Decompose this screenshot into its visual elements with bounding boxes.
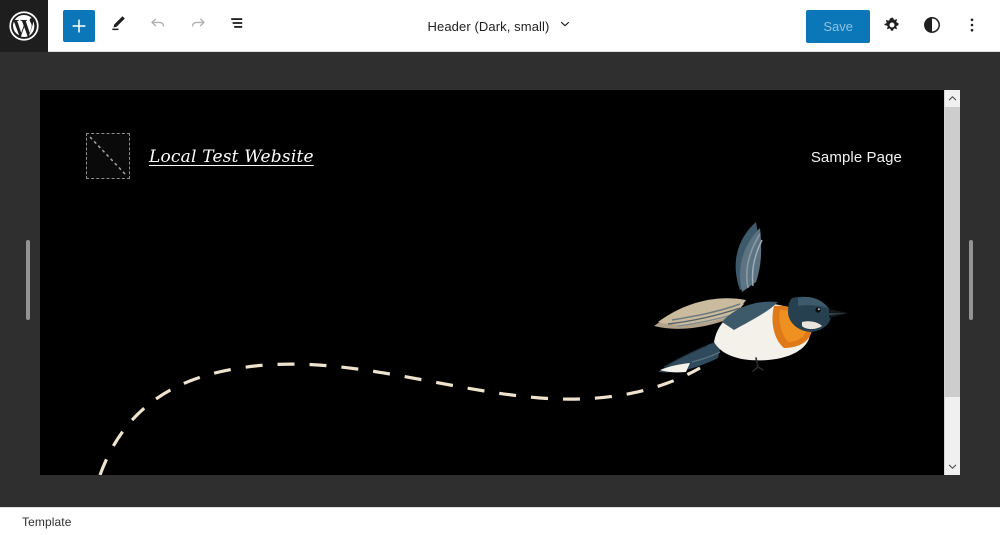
editor-actions: Save: [806, 0, 990, 52]
add-block-button[interactable]: [63, 9, 95, 42]
site-logo-placeholder[interactable]: [86, 133, 130, 179]
nav-item-sample-page[interactable]: Sample Page: [811, 149, 902, 166]
vertical-dots-icon: [962, 15, 982, 38]
undo-arrow-icon: [148, 13, 168, 38]
redo-button[interactable]: [181, 9, 215, 43]
scrollbar-down-button[interactable]: [945, 458, 960, 475]
scrollbar-thumb[interactable]: [945, 107, 960, 397]
pencil-icon: [108, 13, 128, 38]
wordpress-logo-button[interactable]: [0, 0, 48, 52]
image-placeholder-icon: [87, 134, 129, 178]
styles-button[interactable]: [914, 8, 950, 44]
wordpress-logo-icon: [9, 10, 39, 41]
plus-icon: [70, 17, 88, 35]
document-overview-button[interactable]: [221, 9, 255, 43]
site-header-block: Local Test Website Sample Page: [40, 90, 960, 230]
canvas-scrollbar[interactable]: [944, 90, 960, 475]
contrast-half-circle-icon: [922, 15, 942, 38]
site-title-link[interactable]: Local Test Website: [149, 147, 314, 167]
template-canvas[interactable]: Local Test Website Sample Page: [40, 90, 960, 475]
chevron-down-icon: [948, 458, 957, 476]
chevron-up-icon: [948, 90, 957, 108]
editor-top-bar: Header (Dark, small) Save: [0, 0, 1000, 52]
canvas-resize-handle-right[interactable]: [969, 240, 973, 320]
gear-icon: [882, 15, 902, 38]
settings-button[interactable]: [874, 8, 910, 44]
editor-canvas-shell: Local Test Website Sample Page: [0, 52, 1000, 507]
undo-button[interactable]: [141, 9, 175, 43]
editor-status-bar: Template: [0, 507, 1000, 535]
redo-arrow-icon: [188, 13, 208, 38]
document-title-button[interactable]: Header (Dark, small): [422, 13, 579, 40]
scrollbar-up-button[interactable]: [945, 90, 960, 107]
status-breadcrumb-template[interactable]: Template: [0, 515, 72, 529]
options-menu-button[interactable]: [954, 8, 990, 44]
canvas-resize-handle-left[interactable]: [26, 240, 30, 320]
chevron-down-icon: [558, 17, 572, 36]
editor-tools: [48, 9, 255, 43]
list-view-icon: [228, 13, 248, 38]
save-button[interactable]: Save: [806, 9, 870, 43]
edit-pencil-tool-button[interactable]: [101, 9, 135, 43]
page-title: Header (Dark, small): [427, 18, 550, 34]
